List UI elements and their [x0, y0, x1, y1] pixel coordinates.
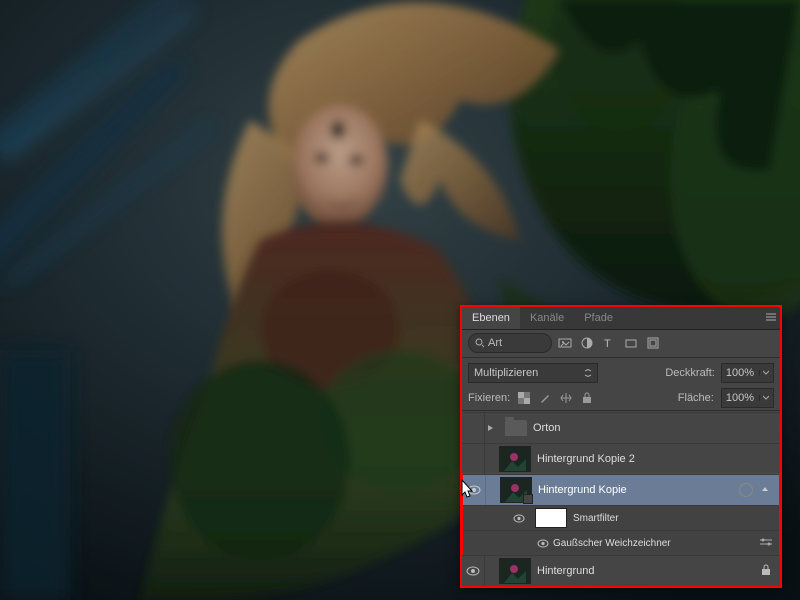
tab-layers[interactable]: Ebenen — [462, 307, 520, 329]
tab-paths[interactable]: Pfade — [574, 307, 623, 329]
opacity-value: 100% — [726, 367, 754, 379]
fill-label: Fläche: — [678, 392, 714, 404]
smart-filters-row[interactable]: Smartfilter — [463, 505, 779, 530]
panel-tabs: Ebenen Kanäle Pfade — [462, 307, 780, 330]
filter-shape-icon[interactable] — [622, 334, 640, 352]
layer-bg-copy[interactable]: Hintergrund Kopie — [463, 474, 779, 505]
layers-panel: Ebenen Kanäle Pfade Art T Multiplizieren… — [460, 305, 782, 588]
lock-pixels-icon[interactable] — [538, 391, 552, 405]
filter-name[interactable]: Gaußscher Weichzeichner — [553, 538, 759, 549]
selected-layer-group: Hintergrund Kopie Smartfilter Gaußscher … — [462, 473, 780, 556]
group-twirl-icon[interactable] — [487, 424, 497, 432]
lock-label: Fixieren: — [468, 392, 510, 404]
layer-kind-label: Art — [488, 337, 502, 349]
lock-position-icon[interactable] — [559, 391, 573, 405]
lock-fill-row: Fixieren: Fläche: 100% — [462, 387, 780, 409]
visibility-toggle[interactable] — [462, 556, 485, 586]
smart-filters-label: Smartfilter — [573, 513, 779, 524]
tab-channels[interactable]: Kanäle — [520, 307, 574, 329]
layer-name[interactable]: Hintergrund — [537, 565, 758, 577]
layer-list: Orton Hintergrund Kopie 2 Hintergrund Ko… — [462, 412, 780, 586]
visibility-toggle[interactable] — [462, 444, 485, 474]
blend-opacity-row: Multiplizieren Deckkraft: 100% — [462, 359, 780, 387]
visibility-toggle[interactable] — [462, 413, 485, 443]
filter-adjustment-icon[interactable] — [578, 334, 596, 352]
layer-name[interactable]: Orton — [533, 422, 776, 434]
filter-pixel-icon[interactable] — [556, 334, 574, 352]
layer-filter-bar: Art T — [462, 330, 780, 356]
layer-bg-copy-2[interactable]: Hintergrund Kopie 2 — [462, 443, 780, 474]
opacity-input[interactable]: 100% — [721, 363, 774, 383]
blend-mode-select[interactable]: Multiplizieren — [468, 363, 598, 383]
layer-group-orton[interactable]: Orton — [462, 412, 780, 443]
visibility-toggle[interactable] — [509, 506, 529, 530]
panel-menu-icon[interactable] — [762, 312, 780, 325]
folder-icon — [505, 420, 527, 436]
filter-smart-icon[interactable] — [644, 334, 662, 352]
svg-text:T: T — [604, 338, 611, 349]
smart-object-icon — [739, 483, 753, 497]
visibility-toggle[interactable] — [533, 531, 553, 555]
visibility-toggle[interactable] — [463, 475, 486, 505]
lock-transparency-icon[interactable] — [517, 391, 531, 405]
fill-value: 100% — [726, 392, 754, 404]
opacity-label: Deckkraft: — [665, 367, 715, 379]
layer-thumbnail[interactable] — [499, 558, 531, 584]
fill-input[interactable]: 100% — [721, 388, 774, 408]
lock-icon[interactable] — [758, 564, 774, 579]
filter-type-icon[interactable]: T — [600, 334, 618, 352]
filter-mask-thumbnail[interactable] — [535, 508, 567, 528]
blend-mode-value: Multiplizieren — [474, 367, 538, 379]
filter-blending-options-icon[interactable] — [759, 537, 773, 550]
filter-gaussian-blur[interactable]: Gaußscher Weichzeichner — [463, 530, 779, 555]
layer-background[interactable]: Hintergrund — [462, 555, 780, 586]
lock-all-icon[interactable] — [580, 391, 594, 405]
expand-up-icon[interactable] — [757, 484, 773, 496]
layer-thumbnail[interactable] — [500, 477, 532, 503]
layer-name[interactable]: Hintergrund Kopie — [538, 484, 739, 496]
layer-name[interactable]: Hintergrund Kopie 2 — [537, 453, 776, 465]
layer-kind-filter[interactable]: Art — [468, 333, 552, 353]
layer-thumbnail[interactable] — [499, 446, 531, 472]
